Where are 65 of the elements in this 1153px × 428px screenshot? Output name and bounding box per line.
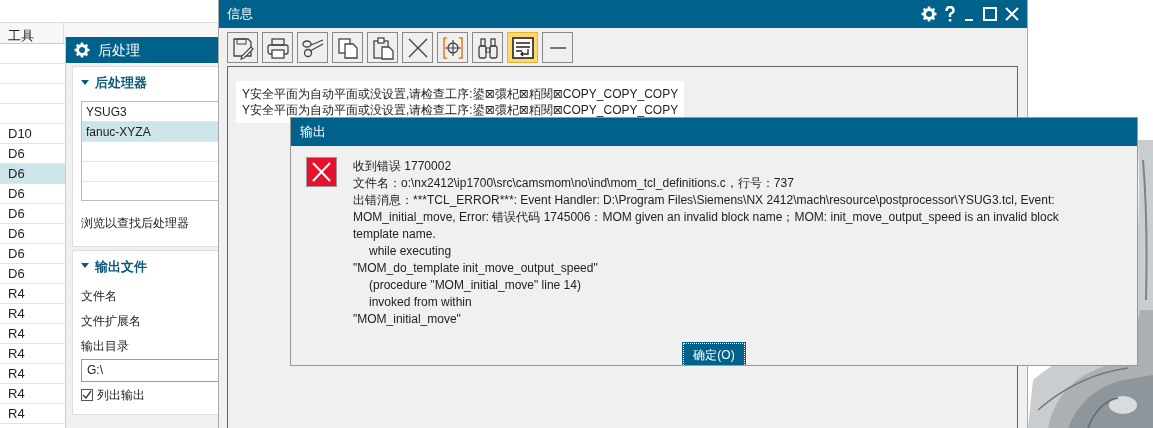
word-wrap-icon (510, 35, 535, 60)
collapse-triangle-icon[interactable] (81, 263, 89, 270)
table-cell: D6 (8, 266, 25, 281)
field-label: 文件名 (81, 288, 118, 305)
table-cell: R4 (8, 386, 25, 401)
save-icon (230, 35, 255, 60)
table-cell: R4 (8, 326, 25, 341)
checkbox-label: 列出输出 (97, 387, 145, 404)
message-line: (procedure "MOM_initial_move" line 14) (368, 277, 582, 294)
toolbar-button[interactable] (227, 32, 258, 63)
text-line: Y安全平面为自动平面或没设置,请检查工序:鍙⊠彋杞⊠粨閱⊠COPY_COPY_COPY (242, 86, 679, 102)
table-cell: D6 (8, 166, 25, 181)
field-label: 文件扩展名 (81, 313, 142, 330)
table-cell: D6 (8, 226, 25, 241)
message-line: MOM_initial_move, Error: 错误代码 1745006：MOM given an invalid block name；MOM: init_move_output_speed is an invalid block (353, 209, 1059, 226)
message-line: 出错消息：***TCL_ERROR***: Event Handler: D:\Program Files\Siemens\NX 2412\mach\resource\postprocessor\YSUG3.tcl, Event: (353, 192, 1056, 209)
table-cell: R4 (8, 286, 25, 301)
binoculars-icon (475, 35, 500, 60)
error-icon (306, 157, 337, 187)
toolbar-button[interactable] (542, 32, 573, 63)
table-cell: D10 (8, 126, 32, 141)
message-line: "MOM_do_template init_move_output_speed" (353, 260, 599, 277)
message-line: 文件名：o:\nx2412\ip1700\src\camsmom\no\ind\mom_tcl_definitions.c，行号：737 (353, 175, 795, 192)
toolbar-button[interactable] (332, 32, 363, 63)
field-label: 输出目录 (81, 338, 130, 355)
copy-icon (335, 35, 360, 60)
settings-icon (74, 42, 90, 58)
table-cell: R4 (8, 346, 25, 361)
toolbar-button[interactable] (437, 32, 468, 63)
toolbar-button[interactable] (507, 32, 538, 63)
printer-icon (265, 35, 290, 60)
browse-label: 浏览以查找后处理器 (81, 214, 190, 232)
collapse-triangle-icon[interactable] (81, 79, 89, 86)
table-cell: D6 (8, 206, 25, 221)
window-title: 信息 (227, 5, 253, 24)
ok-button[interactable]: 确定(O) (683, 343, 745, 365)
message-line: 收到错误 1770002 (353, 158, 453, 175)
table-cell: R4 (8, 306, 25, 321)
close-icon[interactable] (1005, 7, 1019, 21)
message-line: while executing (368, 243, 453, 260)
message-line: template name. (353, 226, 437, 243)
dialog-title: 后处理 (98, 40, 140, 60)
table-cell: R4 (8, 366, 25, 381)
help-icon[interactable] (945, 6, 955, 22)
crosshair-icon (440, 35, 465, 60)
toolbar-button[interactable] (472, 32, 503, 63)
table-cell: R4 (8, 406, 25, 421)
clipboard-icon (370, 35, 395, 60)
toolbar-button[interactable] (402, 32, 433, 63)
maximize-icon[interactable] (983, 7, 997, 21)
table-cell: D6 (8, 146, 25, 161)
section-header[interactable]: 后处理器 (95, 73, 147, 93)
toolbar-button[interactable] (367, 32, 398, 63)
message-line: "MOM_initial_move" (353, 311, 462, 328)
text-line: Y安全平面为自动平面或没设置,请检查工序:鍙⊠彋杞⊠粨閱⊠COPY_COPY_COPY (242, 102, 679, 118)
message-line: invoked from within (368, 294, 473, 311)
table-cell: D6 (8, 186, 25, 201)
minus-icon (549, 46, 566, 49)
table-cell: D6 (8, 246, 25, 261)
section-header[interactable]: 输出文件 (95, 256, 147, 276)
toolbar-button[interactable] (262, 32, 293, 63)
dialog-title: 输出 (300, 123, 326, 142)
toolbar-button[interactable] (297, 32, 328, 63)
checkbox[interactable] (81, 389, 93, 401)
settings-icon[interactable] (921, 6, 937, 22)
